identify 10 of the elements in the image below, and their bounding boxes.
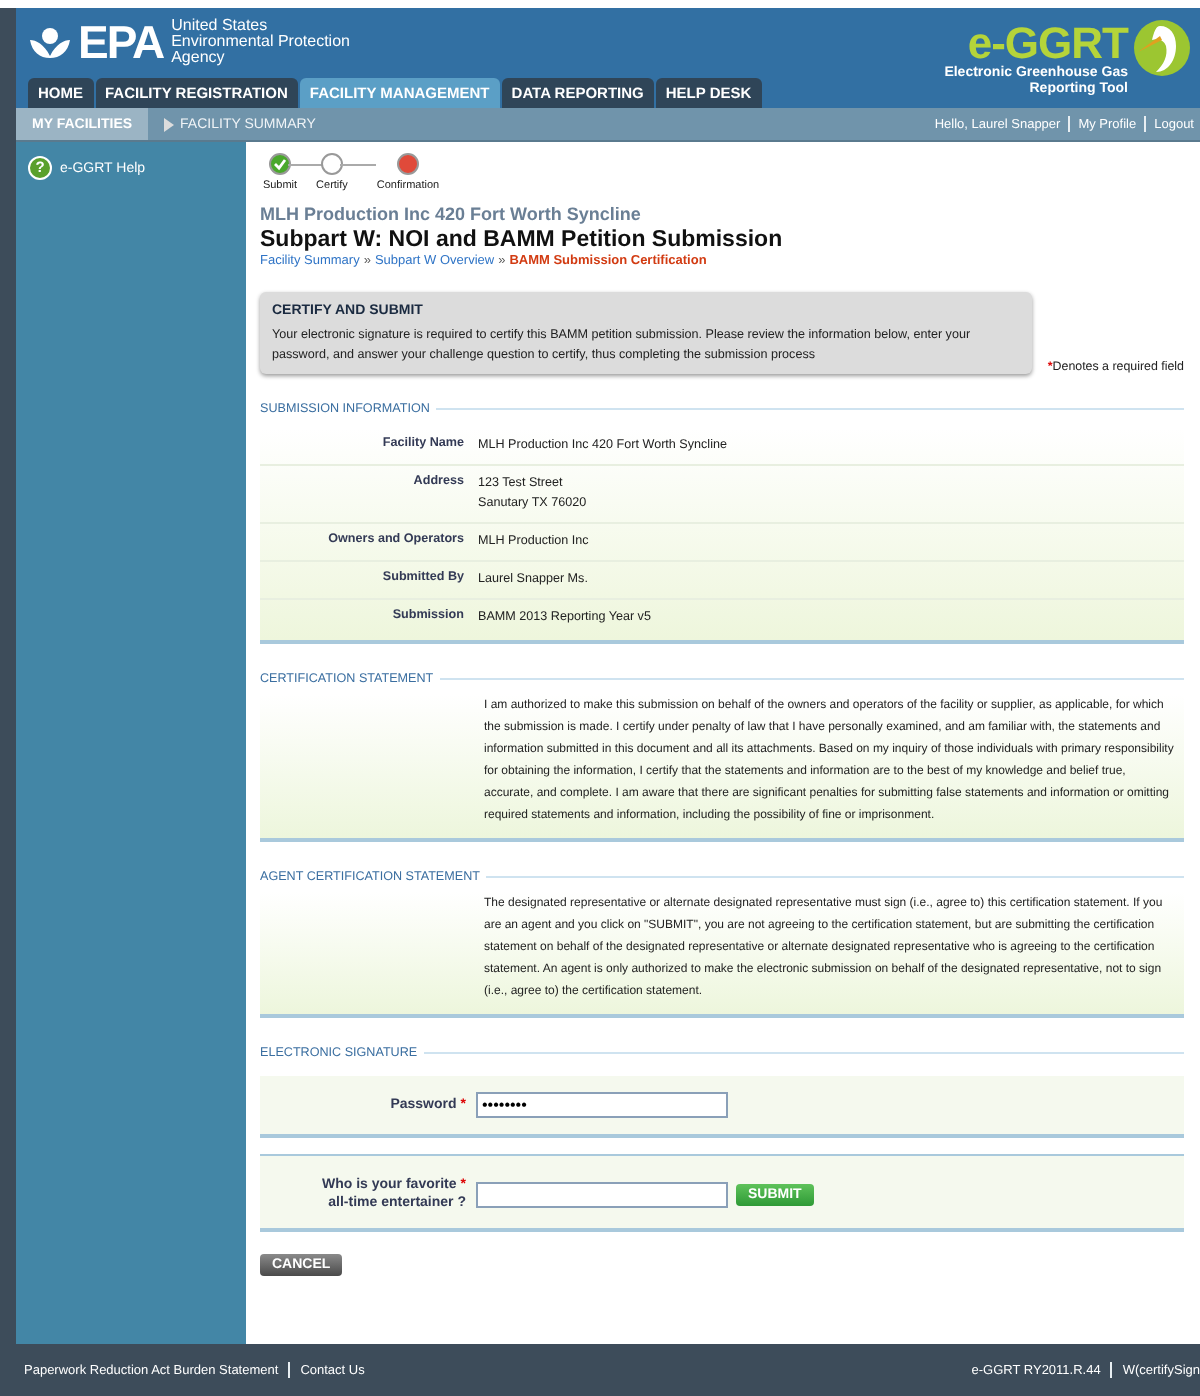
answer-field[interactable] (476, 1181, 728, 1207)
bird-logo-icon (1132, 14, 1192, 82)
agency-logo: EPA (78, 20, 164, 64)
flower-icon (28, 24, 72, 60)
agency-name: United States Environmental Protection Agency (171, 18, 350, 66)
page-title: Subpart W: NOI and BAMM Petition Submission (260, 228, 785, 252)
caret-icon (164, 117, 175, 131)
password-field[interactable]: •••••••• (476, 1092, 728, 1118)
app-logo: e-GGRT (967, 22, 1128, 66)
facility-name: MLH Production Inc 420 Fort Worth Syncline (260, 204, 643, 224)
